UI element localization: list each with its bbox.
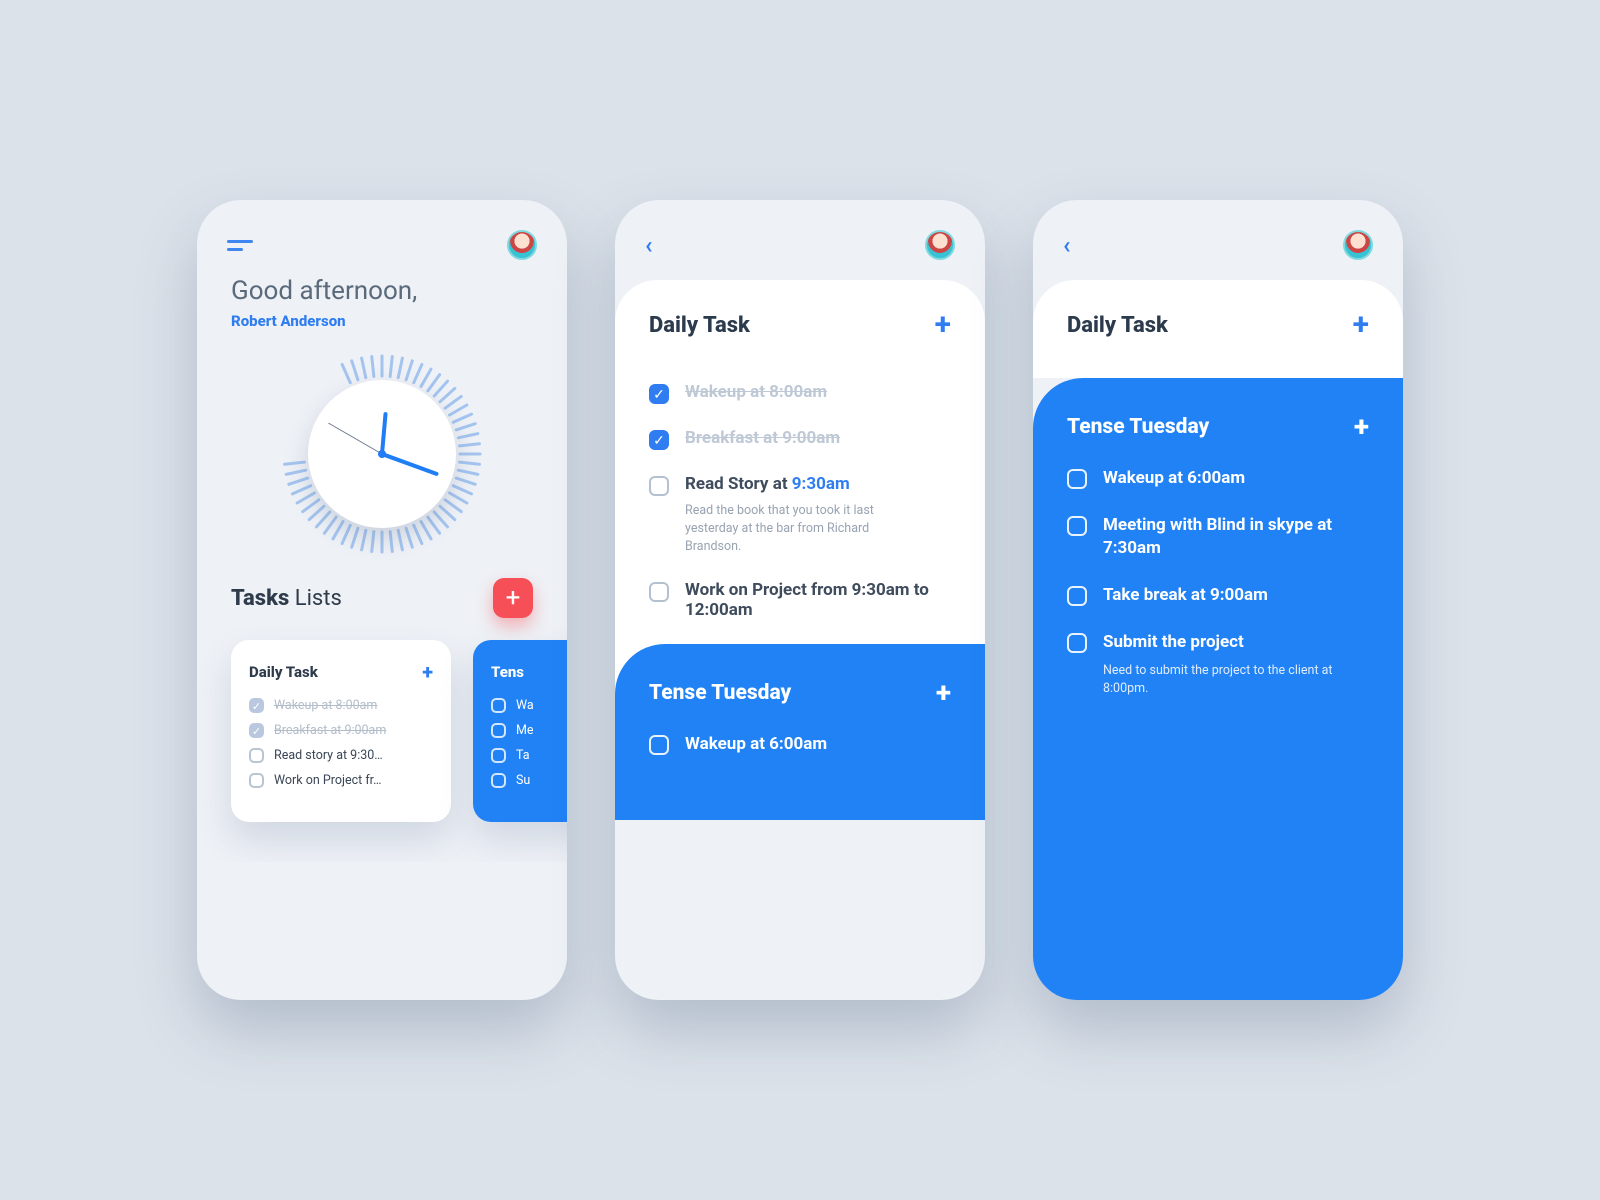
task-title: Take break at 9:00am bbox=[1103, 584, 1268, 607]
task-title: Submit the project bbox=[1103, 631, 1343, 654]
section-title: Tasks Lists bbox=[231, 586, 342, 611]
section-header: Tasks Lists + bbox=[197, 554, 567, 618]
tense-tuesday-screen: ‹ Daily Task + Tense Tuesday + Wakeup at… bbox=[1033, 200, 1403, 1000]
task-title: Wakeup at 6:00am bbox=[685, 733, 827, 756]
subpanel-title: Tense Tuesday bbox=[649, 681, 791, 705]
add-task-button[interactable]: + bbox=[936, 676, 951, 709]
task-list: Wakeup at 8:00am Breakfast at 9:00am Rea… bbox=[615, 382, 985, 620]
hour-hand bbox=[380, 412, 388, 454]
avatar[interactable] bbox=[925, 230, 955, 260]
second-hand bbox=[328, 423, 382, 455]
home-screen: Good afternoon, Robert Anderson Tasks Li… bbox=[197, 200, 567, 1000]
checkbox-icon[interactable] bbox=[649, 582, 669, 602]
add-task-button[interactable]: + bbox=[1354, 410, 1369, 443]
task-row-done[interactable]: Breakfast at 9:00am bbox=[649, 428, 951, 450]
task-title: Meeting with Blind in skype at 7:30am bbox=[1103, 514, 1369, 560]
task-note: Read the book that you took it last yest… bbox=[685, 502, 915, 556]
daily-task-panel: Daily Task + Wakeup at 8:00am Breakfast … bbox=[615, 280, 985, 820]
task-title: Wakeup at 6:00am bbox=[1103, 467, 1245, 490]
lists-row[interactable]: Daily Task + Wakeup at 8:00am Breakfast … bbox=[197, 618, 567, 862]
next-list-panel[interactable]: Tense Tuesday + Wakeup at 6:00am bbox=[615, 644, 985, 820]
checkbox-icon[interactable] bbox=[249, 748, 264, 763]
greeting: Good afternoon, Robert Anderson bbox=[197, 270, 567, 330]
list-item[interactable]: Work on Project fr… bbox=[249, 773, 433, 788]
clock-pin bbox=[378, 450, 386, 458]
panel-title: Daily Task bbox=[649, 313, 750, 338]
user-name: Robert Anderson bbox=[231, 312, 533, 330]
back-icon[interactable]: ‹ bbox=[1063, 233, 1071, 257]
checkbox-icon[interactable] bbox=[1067, 516, 1087, 536]
task-row[interactable]: Read Story at 9:30am Read the book that … bbox=[649, 474, 951, 556]
back-icon[interactable]: ‹ bbox=[645, 233, 653, 257]
header: ‹ bbox=[1033, 200, 1403, 270]
task-row[interactable]: Submit the project Need to submit the pr… bbox=[1067, 631, 1369, 698]
card-title: Tens bbox=[491, 663, 524, 681]
clock bbox=[197, 354, 567, 554]
avatar[interactable] bbox=[1343, 230, 1373, 260]
card-title: Daily Task bbox=[249, 663, 318, 681]
clock-face bbox=[308, 380, 456, 528]
panel-title: Daily Task bbox=[1067, 313, 1168, 338]
menu-icon[interactable] bbox=[227, 240, 253, 251]
checkbox-icon[interactable] bbox=[249, 773, 264, 788]
checkbox-icon[interactable] bbox=[491, 698, 506, 713]
checkbox-icon[interactable] bbox=[649, 476, 669, 496]
list-item[interactable]: Breakfast at 9:00am bbox=[249, 723, 433, 738]
task-title: Read Story at 9:30am bbox=[685, 474, 915, 494]
daily-task-screen: ‹ Daily Task + Wakeup at 8:00am Breakfas… bbox=[615, 200, 985, 1000]
task-row[interactable]: Meeting with Blind in skype at 7:30am bbox=[1067, 514, 1369, 560]
avatar[interactable] bbox=[507, 230, 537, 260]
add-list-button[interactable]: + bbox=[493, 578, 533, 618]
add-task-button[interactable]: + bbox=[935, 310, 951, 340]
checkbox-icon[interactable] bbox=[1067, 469, 1087, 489]
list-card-daily[interactable]: Daily Task + Wakeup at 8:00am Breakfast … bbox=[231, 640, 451, 822]
list-item[interactable]: Wa bbox=[491, 698, 567, 713]
checkbox-icon[interactable] bbox=[249, 723, 264, 738]
daily-task-header-panel: Daily Task + bbox=[1033, 280, 1403, 378]
subpanel-title: Tense Tuesday bbox=[1067, 415, 1209, 439]
header: ‹ bbox=[615, 200, 985, 270]
greeting-text: Good afternoon, bbox=[231, 276, 533, 306]
minute-hand bbox=[381, 452, 439, 476]
task-row[interactable]: Wakeup at 6:00am bbox=[649, 733, 951, 756]
checkbox-icon[interactable] bbox=[1067, 586, 1087, 606]
checkbox-icon[interactable] bbox=[249, 698, 264, 713]
checkbox-icon[interactable] bbox=[491, 773, 506, 788]
list-item[interactable]: Su bbox=[491, 773, 567, 788]
checkbox-icon[interactable] bbox=[491, 723, 506, 738]
list-item[interactable]: Ta bbox=[491, 748, 567, 763]
task-row[interactable]: Wakeup at 6:00am bbox=[1067, 467, 1369, 490]
checkbox-icon[interactable] bbox=[491, 748, 506, 763]
header bbox=[197, 200, 567, 270]
tense-tuesday-panel: Tense Tuesday + Wakeup at 6:00am Meeting… bbox=[1033, 378, 1403, 1000]
checkbox-icon[interactable] bbox=[1067, 633, 1087, 653]
list-item[interactable]: Me bbox=[491, 723, 567, 738]
task-row[interactable]: Take break at 9:00am bbox=[1067, 584, 1369, 607]
task-row-done[interactable]: Wakeup at 8:00am bbox=[649, 382, 951, 404]
card-add-button[interactable]: + bbox=[422, 660, 433, 684]
task-note: Need to submit the project to the client… bbox=[1103, 662, 1343, 698]
list-card-tense[interactable]: Tens + Wa Me Ta Su bbox=[473, 640, 567, 822]
checkbox-icon[interactable] bbox=[649, 430, 669, 450]
task-title: Work on Project from 9:30am to 12:00am bbox=[685, 580, 951, 620]
list-item[interactable]: Read story at 9:30… bbox=[249, 748, 433, 763]
checkbox-icon[interactable] bbox=[649, 384, 669, 404]
add-task-button[interactable]: + bbox=[1353, 310, 1369, 340]
task-row[interactable]: Work on Project from 9:30am to 12:00am bbox=[649, 580, 951, 620]
checkbox-icon[interactable] bbox=[649, 735, 669, 755]
list-item[interactable]: Wakeup at 8:00am bbox=[249, 698, 433, 713]
